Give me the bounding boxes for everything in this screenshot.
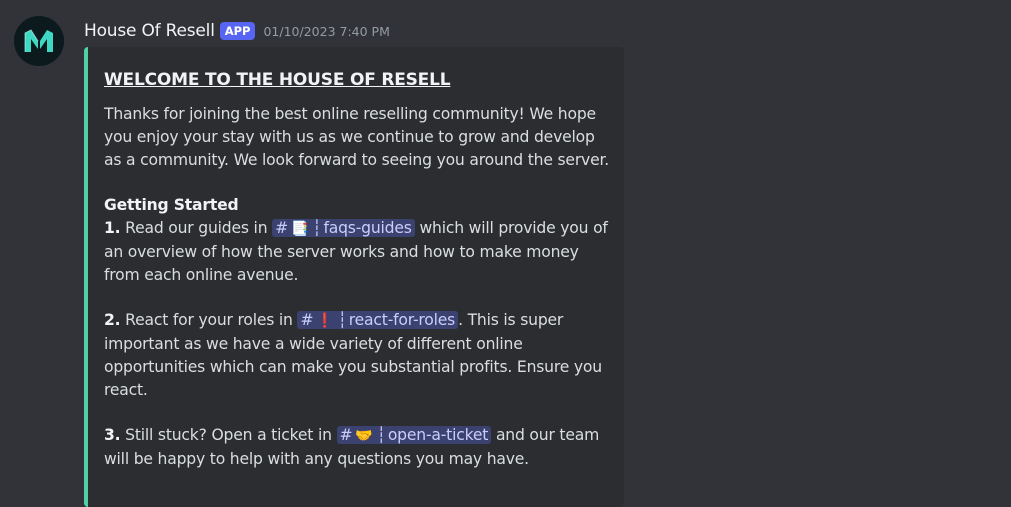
embed-intro: Thanks for joining the best online resel… <box>104 105 609 169</box>
channel-hash-icon: # <box>300 311 314 330</box>
step-text: Read our guides in <box>125 218 268 237</box>
step-1: 1. Read our guides in # 📑 ┆ faqs-guides whi… <box>104 217 610 286</box>
house-of-resell-logo-icon <box>14 16 64 66</box>
channel-separator: ┆ <box>376 426 386 445</box>
channel-name: react-for-roles <box>348 311 456 330</box>
section-heading: Getting Started <box>104 196 239 215</box>
exclamation-icon: ❗ <box>316 313 334 330</box>
message-header: House Of Resell APP 01/10/2023 7:40 PM <box>84 19 390 43</box>
step-3: 3. Still stuck? Open a ticket in # 🤝 ┆ open… <box>104 424 610 471</box>
channel-name: faqs-guides <box>323 218 412 237</box>
channel-name: open-a-ticket <box>387 426 489 445</box>
step-number: 2. <box>104 311 121 330</box>
step-2: 2. React for your roles in # ❗ ┆ react-for-… <box>104 309 610 401</box>
step-text: Still stuck? Open a ticket in <box>125 426 332 445</box>
channel-mention-react-for-roles[interactable]: # ❗ ┆ react-for-roles <box>297 311 459 330</box>
channel-separator: ┆ <box>337 311 347 330</box>
message-embed: WELCOME TO THE HOUSE OF RESELL Thanks fo… <box>84 47 624 507</box>
message-timestamp[interactable]: 01/10/2023 7:40 PM <box>263 24 389 39</box>
embed-accent-bar <box>84 47 88 507</box>
step-number: 1. <box>104 218 121 237</box>
chat-message: House Of Resell APP 01/10/2023 7:40 PM W… <box>0 0 1011 507</box>
embed-body: WELCOME TO THE HOUSE OF RESELL Thanks fo… <box>104 69 610 471</box>
handshake-icon: 🤝 <box>355 428 373 445</box>
step-number: 3. <box>104 426 121 445</box>
channel-hash-icon: # <box>275 218 289 237</box>
bookmark-tabs-icon: 📑 <box>291 220 309 237</box>
channel-mention-faqs-guides[interactable]: # 📑 ┆ faqs-guides <box>272 218 415 237</box>
username[interactable]: House Of Resell <box>84 21 215 41</box>
step-text: React for your roles in <box>125 311 293 330</box>
avatar[interactable] <box>14 16 64 66</box>
channel-separator: ┆ <box>312 218 322 237</box>
embed-title: WELCOME TO THE HOUSE OF RESELL <box>104 70 451 90</box>
channel-mention-open-a-ticket[interactable]: # 🤝 ┆ open-a-ticket <box>336 426 492 445</box>
app-badge: APP <box>219 22 256 40</box>
channel-hash-icon: # <box>339 426 353 445</box>
